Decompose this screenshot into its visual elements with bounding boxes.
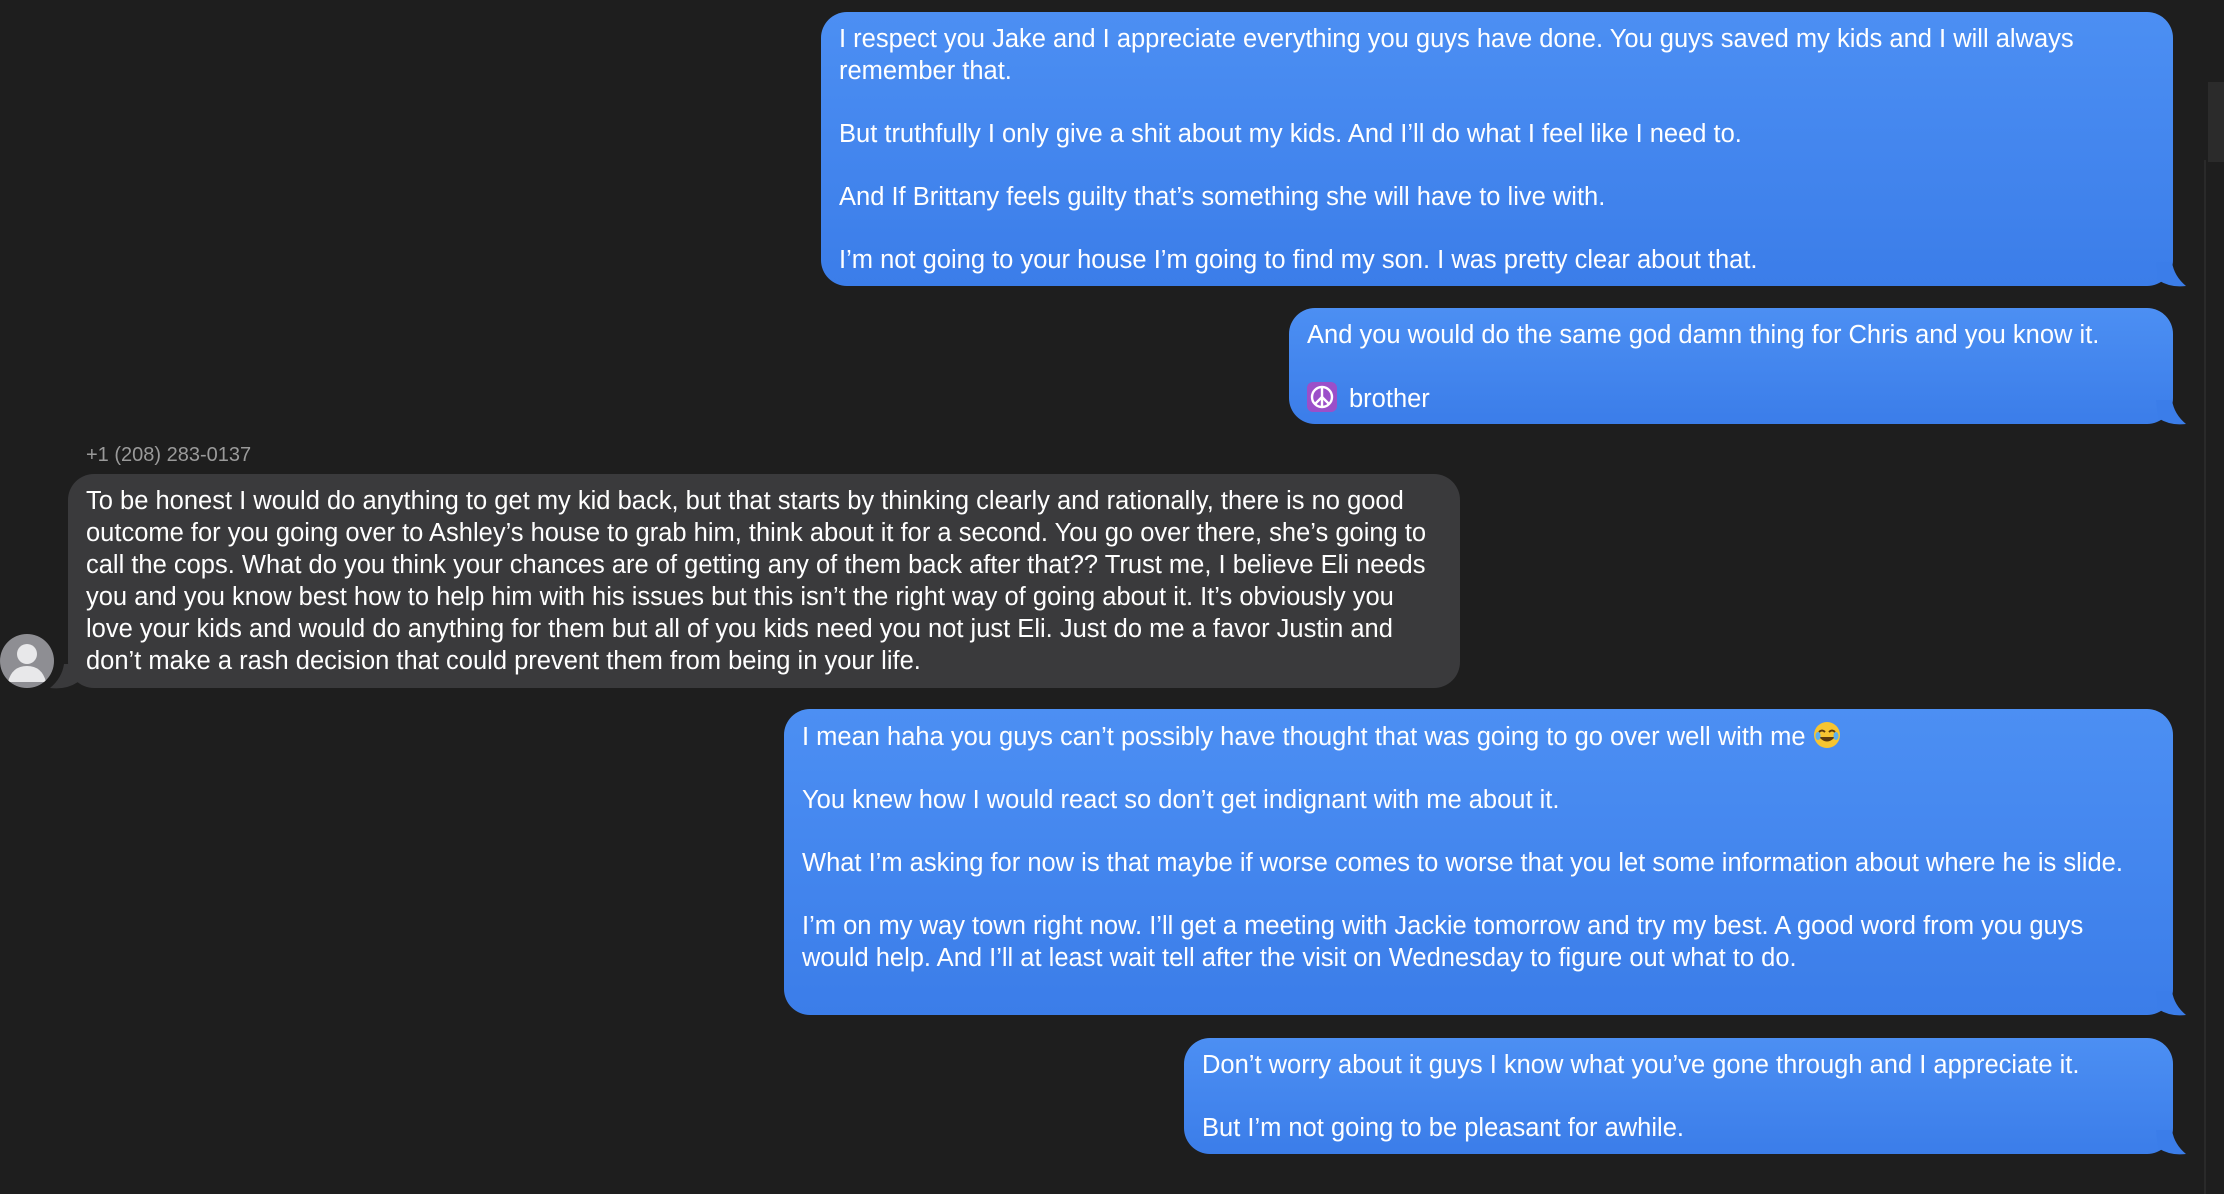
peace-symbol-icon (1307, 382, 1337, 412)
message-text: I mean haha you guys can’t possibly have… (802, 720, 2155, 753)
message-text: But truthfully I only give a shit about … (839, 120, 1742, 148)
message-text: And If Brittany feels guilty that’s some… (839, 183, 1606, 211)
message-text: What I’m asking for now is that maybe if… (802, 849, 2123, 877)
scrollbar-thumb[interactable] (2208, 82, 2224, 162)
message-bubble-outgoing[interactable]: I respect you Jake and I appreciate ever… (821, 12, 2173, 286)
message-text: I respect you Jake and I appreciate ever… (839, 25, 2081, 85)
message-text: I’m on my way town right now. I’ll get a… (802, 912, 2091, 972)
message-bubble-outgoing[interactable]: Don’t worry about it guys I know what yo… (1184, 1038, 2173, 1154)
sender-phone-number: +1 (208) 283-0137 (86, 444, 252, 466)
message-bubble-outgoing[interactable]: I mean haha you guys can’t possibly have… (784, 709, 2173, 1015)
message-bubble-outgoing[interactable]: And you would do the same god damn thing… (1289, 308, 2173, 424)
person-icon (8, 644, 46, 682)
message-text: Don’t worry about it guys I know what yo… (1202, 1051, 2080, 1079)
message-text: I’m not going to your house I’m going to… (839, 246, 1758, 274)
contact-avatar[interactable] (0, 634, 54, 688)
message-text: And you would do the same god damn thing… (1307, 321, 2100, 349)
message-text: brother (1307, 382, 2155, 415)
message-bubble-incoming[interactable]: To be honest I would do anything to get … (68, 474, 1460, 688)
message-text: You knew how I would react so don’t get … (802, 786, 1560, 814)
message-text: But I’m not going to be pleasant for awh… (1202, 1114, 1684, 1142)
face-with-tears-of-joy-icon (1812, 720, 1842, 750)
message-text: To be honest I would do anything to get … (86, 487, 1434, 675)
scrollbar-track[interactable] (2206, 0, 2224, 1194)
message-text-line: I mean haha you guys can’t possibly have… (802, 723, 1806, 751)
message-text-brother: brother (1349, 385, 1430, 413)
